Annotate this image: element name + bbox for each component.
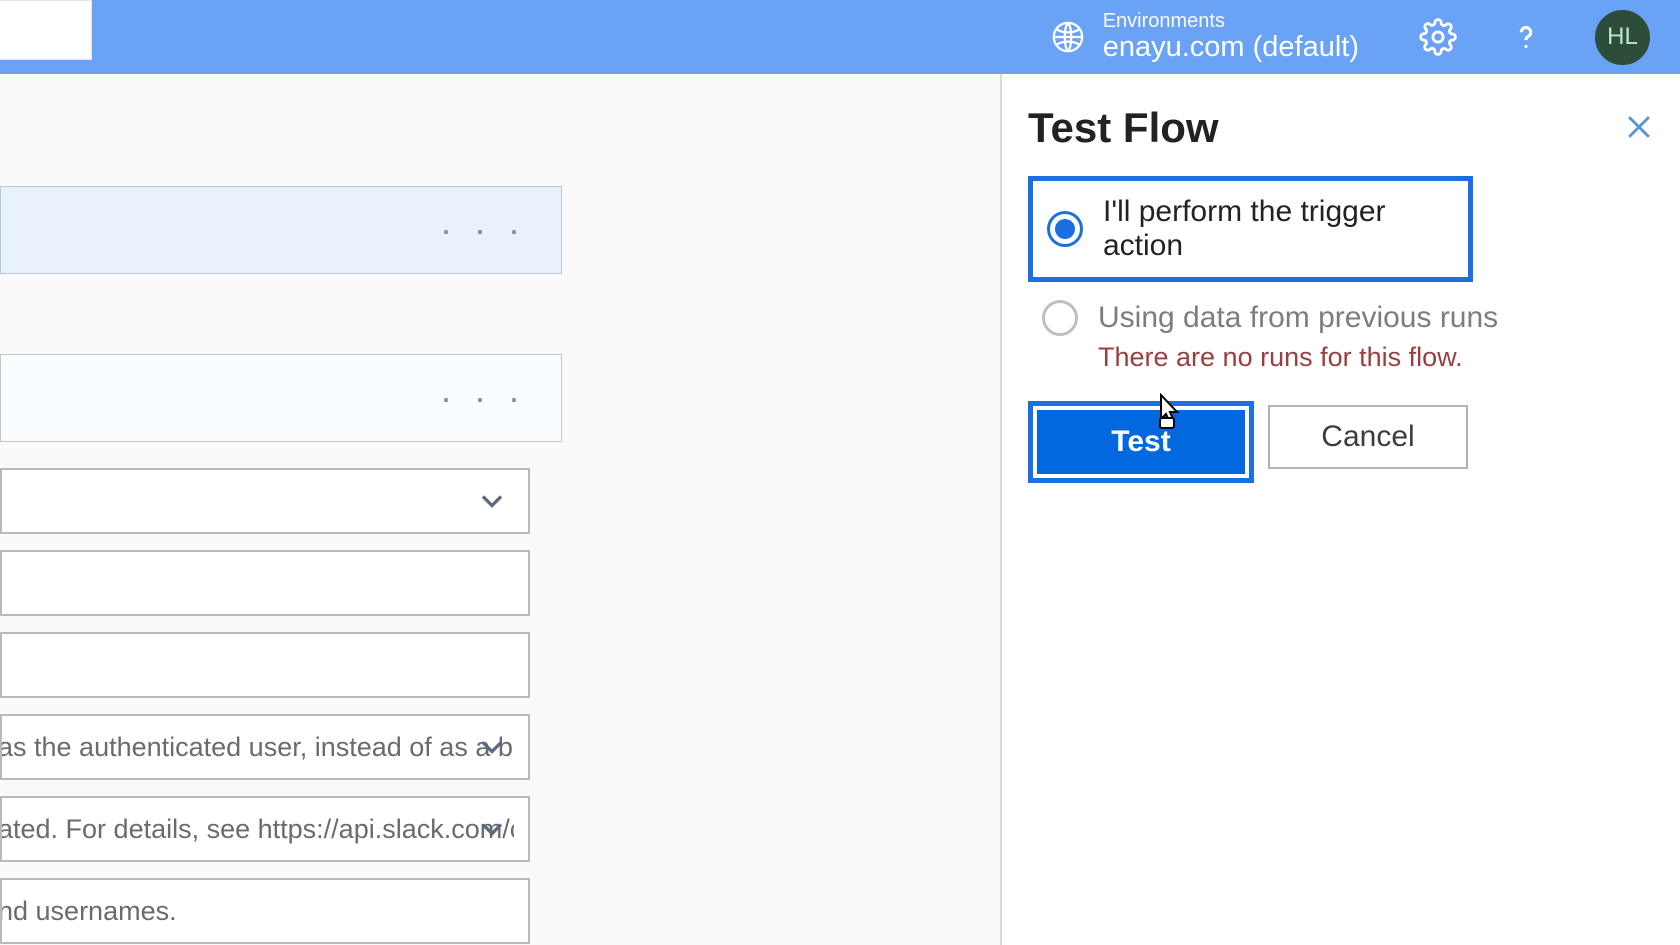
no-runs-hint: There are no runs for this flow. [1098, 342, 1636, 373]
parameter-field[interactable] [0, 550, 530, 616]
flow-step-card[interactable]: · · · [0, 186, 562, 274]
flow-step-card[interactable]: · · · [0, 354, 562, 442]
app-launcher-tile[interactable] [0, 0, 92, 60]
close-icon[interactable] [1622, 110, 1656, 144]
top-nav-bar: Environments enayu.com (default) HL [0, 0, 1680, 74]
radio-checked-icon [1047, 211, 1083, 247]
parameter-field[interactable]: nd usernames. [0, 878, 530, 944]
cancel-button[interactable]: Cancel [1268, 405, 1468, 469]
parameter-field[interactable]: ated. For details, see https://api.slack… [0, 796, 530, 862]
environment-name: enayu.com (default) [1103, 32, 1359, 64]
test-flow-panel: Test Flow I'll perform the trigger actio… [1000, 74, 1680, 945]
ellipsis-icon[interactable]: · · · [440, 209, 526, 251]
chevron-down-icon [474, 483, 510, 519]
help-icon[interactable] [1507, 18, 1545, 56]
parameter-field[interactable] [0, 632, 530, 698]
parameter-field[interactable]: as the authenticated user, instead of as… [0, 714, 530, 780]
ellipsis-icon[interactable]: · · · [440, 377, 526, 419]
avatar-initials: HL [1607, 23, 1638, 51]
globe-icon [1051, 20, 1085, 54]
test-button-highlight-box: Test [1028, 401, 1254, 483]
test-button-label: Test [1111, 425, 1170, 459]
radio-unchecked-icon [1042, 300, 1078, 336]
cancel-button-label: Cancel [1321, 420, 1414, 454]
option-highlight-box: I'll perform the trigger action [1028, 176, 1473, 282]
option-label: Using data from previous runs [1098, 301, 1498, 335]
chevron-down-icon [474, 729, 510, 765]
environment-label: Environments [1103, 10, 1359, 32]
avatar[interactable]: HL [1595, 10, 1650, 65]
environment-picker[interactable]: Environments enayu.com (default) [1103, 10, 1359, 64]
option-label: I'll perform the trigger action [1103, 195, 1458, 263]
chevron-down-icon [474, 811, 510, 847]
gear-icon[interactable] [1419, 18, 1457, 56]
option-perform-trigger[interactable]: I'll perform the trigger action [1043, 189, 1458, 269]
step-parameter-list: as the authenticated user, instead of as… [0, 468, 530, 945]
option-previous-runs: Using data from previous runs [1042, 300, 1636, 336]
parameter-field[interactable] [0, 468, 530, 534]
test-button[interactable]: Test [1037, 410, 1245, 474]
panel-title: Test Flow [1028, 104, 1622, 152]
